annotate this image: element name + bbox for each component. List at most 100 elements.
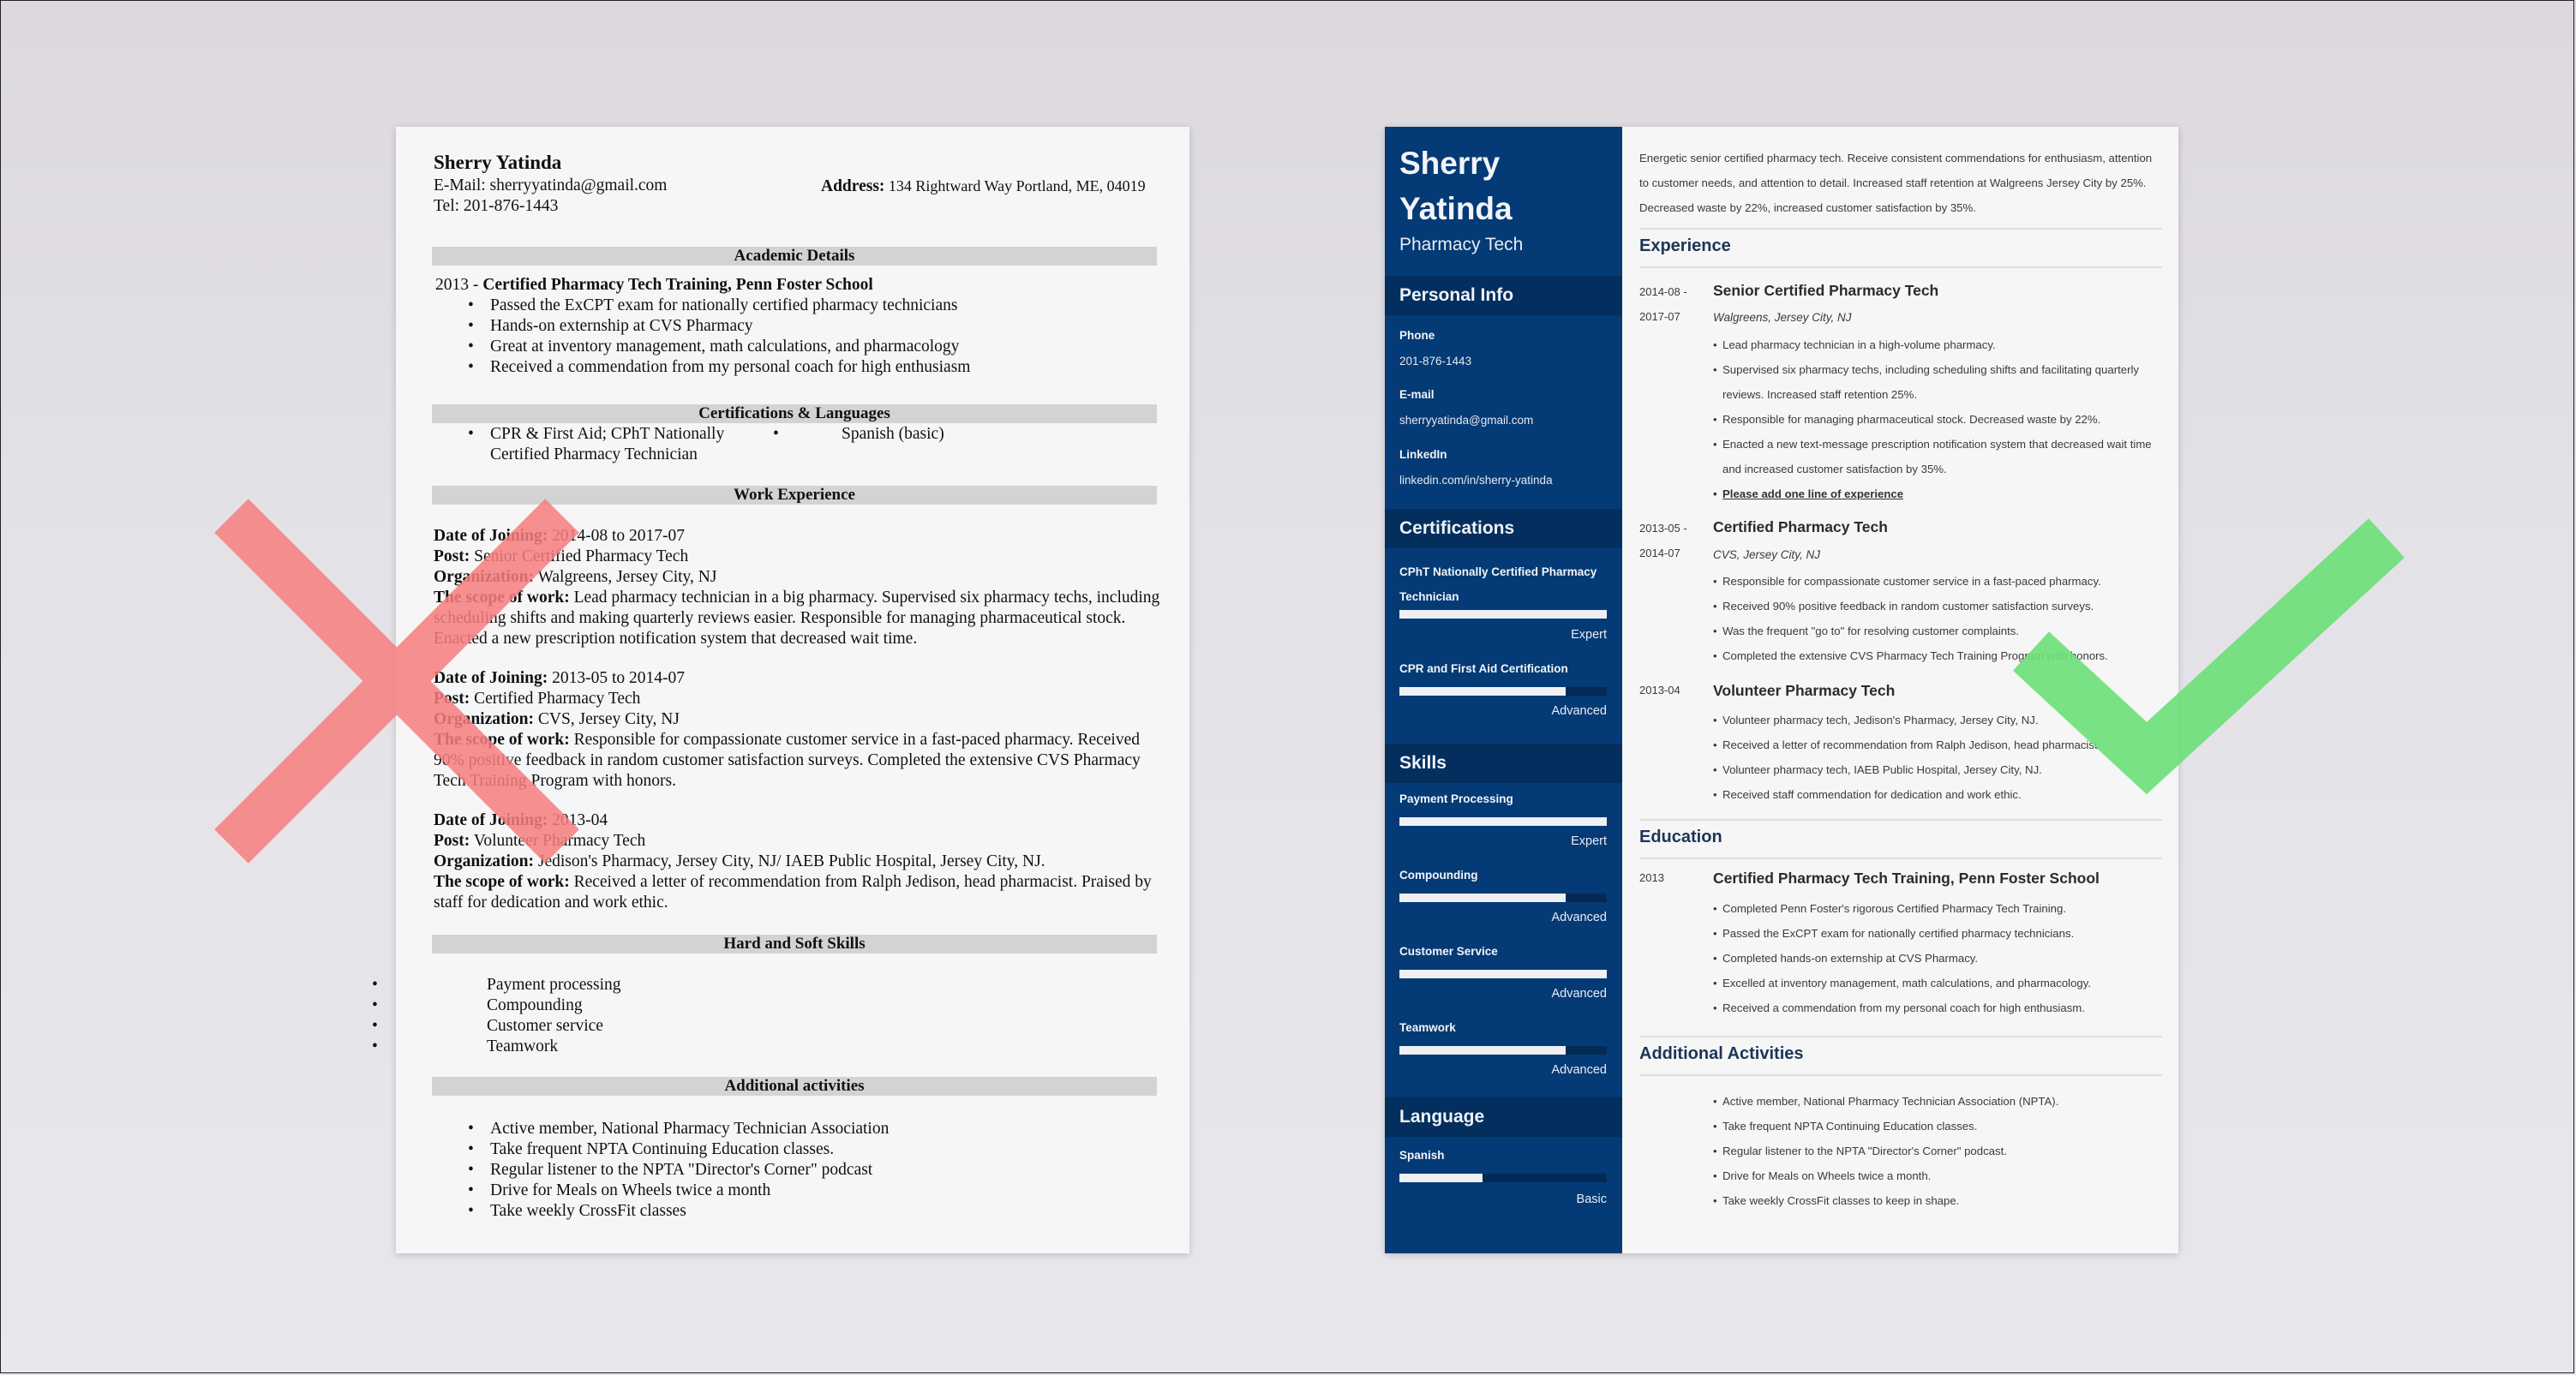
- certification-level: Expert: [1571, 628, 1607, 642]
- list-item: Passed the ExCPT exam for nationally cer…: [434, 296, 1162, 316]
- certification-level-bar: [1399, 610, 1607, 619]
- divider: [1639, 858, 2162, 859]
- post-label: Post:: [434, 547, 470, 565]
- list-item: Take weekly CrossFit classes to keep in …: [1713, 1188, 2159, 1213]
- job-bullets: Responsible for compassionate customer s…: [1713, 569, 2159, 668]
- job-entry: Date of Joining: 2014-08 to 2017-07 Post…: [434, 526, 1162, 649]
- job-post: Certified Pharmacy Tech: [474, 690, 641, 708]
- job-dates: 2013-05 - 2014-07: [1639, 516, 1716, 565]
- last-name: Yatinda: [1399, 191, 1513, 226]
- divider: [1639, 1074, 2162, 1076]
- add-experience-link[interactable]: Please add one line of experience: [1713, 481, 2159, 506]
- language-name: Spanish: [1399, 1149, 1445, 1162]
- skill-level-bar: [1399, 817, 1607, 826]
- phone-value: 201-876-1443: [1399, 355, 1472, 368]
- section-skills: Hard and Soft Skills: [432, 935, 1157, 954]
- resume-sidebar: Sherry Yatinda Pharmacy Tech Personal Inf…: [1385, 127, 1622, 1253]
- list-item: Drive for Meals on Wheels twice a month: [434, 1181, 1162, 1201]
- bar-fill: [1399, 1046, 1566, 1055]
- post-label: Post:: [434, 832, 470, 850]
- candidate-name: Sherry Yatinda: [1399, 140, 1605, 231]
- org-label: Organization:: [434, 568, 534, 586]
- skill-name: Customer service: [487, 1017, 603, 1035]
- divider: [1639, 228, 2162, 230]
- job-date: 2013-05 to 2014-07: [552, 669, 686, 687]
- skills-block: Payment processing Compounding Customer …: [372, 975, 1124, 1057]
- org-label: Organization:: [434, 710, 534, 728]
- bar-fill: [1399, 970, 1607, 978]
- list-item: Was the frequent "go to" for resolving c…: [1713, 619, 2159, 643]
- bar-fill: [1399, 817, 1607, 826]
- date-end: 2014-07: [1639, 547, 1680, 559]
- skills-list: Payment processing Compounding Customer …: [372, 975, 1124, 1057]
- skill-name: Compounding: [1399, 869, 1478, 882]
- skill-level-bar: [1399, 970, 1607, 978]
- section-academic: Academic Details: [432, 247, 1157, 266]
- date-label: Date of Joining:: [434, 811, 548, 829]
- address-value: 134 Rightward Way Portland, ME, 04019: [888, 177, 1146, 194]
- education-title: 2013 - Certified Pharmacy Tech Training,…: [434, 275, 1162, 296]
- job-post: Volunteer Pharmacy Tech: [473, 832, 646, 850]
- date-end: 2017-07: [1639, 310, 1680, 323]
- list-item: Excelled at inventory management, math c…: [1713, 971, 2159, 995]
- email-value: sherryyatinda@gmail.com: [1399, 414, 1534, 427]
- list-item: Lead pharmacy technician in a high-volum…: [1713, 332, 2159, 357]
- date-start: 2014-08 -: [1639, 285, 1687, 298]
- date-label: Date of Joining:: [434, 669, 548, 687]
- resume-main: Energetic senior certified pharmacy tech…: [1622, 127, 2178, 1253]
- skill-name: Teamwork: [1399, 1021, 1456, 1034]
- job-post: Senior Certified Pharmacy Tech: [474, 547, 689, 565]
- job-entry: Date of Joining: 2013-05 to 2014-07 Post…: [434, 668, 1162, 792]
- org-label: Organization:: [434, 852, 534, 870]
- bad-resume-example: Sherry Yatinda E-Mail: sherryyatinda@gma…: [372, 127, 1189, 1253]
- skill-level-bar: [1399, 894, 1607, 902]
- email-line: E-Mail: sherryyatinda@gmail.com: [434, 176, 667, 196]
- bar-fill: [1399, 610, 1607, 619]
- list-item: Responsible for compassionate customer s…: [1713, 569, 2159, 594]
- list-item: Customer service: [372, 1016, 1124, 1037]
- list-item: Great at inventory management, math calc…: [434, 337, 1162, 357]
- job-title: Certified Pharmacy Tech: [1713, 518, 1888, 535]
- job-org: CVS, Jersey City, NJ: [537, 710, 680, 728]
- skill-level: Advanced: [1551, 987, 1608, 1001]
- job-bullets: Volunteer pharmacy tech, Jedison's Pharm…: [1713, 708, 2159, 807]
- list-item: Hands-on externship at CVS Pharmacy: [434, 316, 1162, 337]
- education-year: 2013: [1639, 871, 1664, 884]
- list-item: Teamwork: [372, 1037, 1124, 1057]
- phone-label: Phone: [1399, 329, 1435, 342]
- experience-heading: Experience: [1639, 236, 1731, 255]
- job-company: Walgreens, Jersey City, NJ: [1713, 311, 1852, 324]
- job-org: Jedison's Pharmacy, Jersey City, NJ/ IAE…: [537, 852, 1045, 870]
- email-label: E-mail: [1399, 388, 1435, 401]
- job-role: Pharmacy Tech: [1399, 235, 1524, 254]
- list-item: Completed Penn Foster's rigorous Certifi…: [1713, 896, 2159, 921]
- skill-level: Advanced: [1551, 911, 1608, 924]
- bar-fill: [1399, 687, 1566, 696]
- address-line: Address: 134 Rightward Way Portland, ME,…: [821, 176, 1146, 197]
- list-item: Regular listener to the NPTA "Director's…: [1713, 1139, 2159, 1163]
- activities-list: Active member, National Pharmacy Technic…: [434, 1119, 1162, 1222]
- education-block: 2013 - Certified Pharmacy Tech Training,…: [434, 275, 1162, 378]
- list-item: Received a commendation from my personal…: [434, 357, 1162, 378]
- job-bullets: Lead pharmacy technician in a high-volum…: [1713, 332, 2159, 506]
- list-item: Received staff commendation for dedicati…: [1713, 782, 2159, 807]
- section-certs: Certifications & Languages: [432, 404, 1157, 423]
- linkedin-label: LinkedIn: [1399, 448, 1447, 461]
- list-item: Supervised six pharmacy techs, including…: [1713, 357, 2159, 407]
- certification-name: CPR and First Aid Certification: [1399, 662, 1568, 675]
- list-item: Active member, National Pharmacy Technic…: [434, 1119, 1162, 1139]
- list-item: Completed hands-on externship at CVS Pha…: [1713, 946, 2159, 971]
- date-label: Date of Joining:: [434, 527, 548, 545]
- list-item: Volunteer pharmacy tech, Jedison's Pharm…: [1713, 708, 2159, 732]
- skill-level: Expert: [1571, 834, 1607, 848]
- personal-info-heading: Personal Info: [1385, 276, 1622, 315]
- list-item: Drive for Meals on Wheels twice a month.: [1713, 1163, 2159, 1188]
- skill-level-bar: [1399, 1046, 1607, 1055]
- list-item: Regular listener to the NPTA "Director's…: [434, 1160, 1162, 1181]
- list-item: Received a letter of recommendation from…: [1713, 732, 2159, 757]
- bar-fill: [1399, 894, 1566, 902]
- list-item: Volunteer pharmacy tech, IAEB Public Hos…: [1713, 757, 2159, 782]
- list-item: Take frequent NPTA Continuing Education …: [1713, 1114, 2159, 1139]
- divider: [1639, 1036, 2162, 1037]
- job-date: 2013-04: [552, 811, 608, 829]
